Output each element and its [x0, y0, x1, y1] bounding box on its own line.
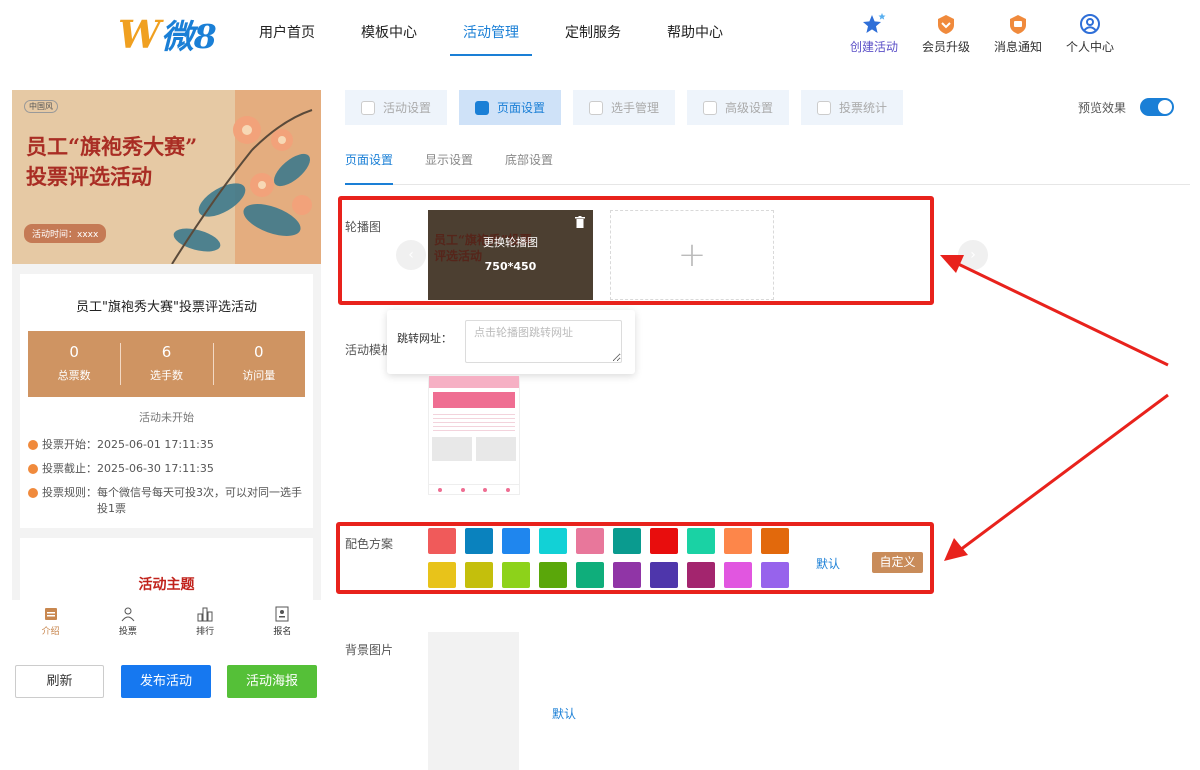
logo[interactable]: W 微8 — [118, 11, 217, 57]
preview-tabbar: 介绍 投票 排行 报名 — [12, 600, 321, 644]
jump-url-label: 跳转网址： — [397, 332, 452, 345]
preview-effect-label: 预览效果 — [1078, 100, 1127, 115]
nav-custom-service[interactable]: 定制服务 — [552, 0, 634, 68]
event-info-list: 投票开始： 2025-06-01 17:11:35 投票截止： 2025-06-30… — [28, 437, 305, 517]
logo-mark: W — [118, 11, 161, 57]
page-subtabs: 页面设置 显示设置 底部设置 — [345, 146, 1190, 185]
message-notify-button[interactable]: 消息通知 — [982, 12, 1054, 55]
main-nav: 用户首页 模板中心 活动管理 定制服务 帮助中心 — [246, 0, 756, 68]
advanced-icon — [702, 100, 717, 115]
banner-logos: 中国风 — [24, 100, 58, 113]
template-label: 活动模板 — [345, 343, 387, 357]
nav-help-center[interactable]: 帮助中心 — [654, 0, 736, 68]
personal-center-label: 个人中心 — [1065, 40, 1114, 54]
message-notify-label: 消息通知 — [993, 40, 1042, 54]
vip-badge-icon — [910, 12, 982, 36]
stat-contestants: 6 选手数 — [120, 331, 212, 397]
preview-actions: 刷新 发布活动 活动海报 — [15, 665, 317, 698]
ranking-icon — [167, 604, 244, 624]
create-activity-button[interactable]: 创建活动 — [838, 12, 910, 55]
background-image-box[interactable] — [428, 632, 519, 770]
banner-title: 员工“旗袍秀大赛” 投票评选活动 — [26, 134, 198, 189]
clock-icon — [28, 440, 38, 450]
refresh-button[interactable]: 刷新 — [15, 665, 104, 698]
activity-poster-button[interactable]: 活动海报 — [227, 665, 317, 698]
intro-icon — [12, 604, 89, 624]
tab-vote[interactable]: 投票 — [89, 600, 166, 644]
info-vote-start: 投票开始： 2025-06-01 17:11:35 — [28, 437, 305, 453]
subtab-page-settings[interactable]: 页面设置 — [345, 146, 394, 185]
nav-user-home[interactable]: 用户首页 — [246, 0, 328, 68]
vip-upgrade-button[interactable]: 会员升级 — [910, 12, 982, 55]
jump-url-input[interactable] — [465, 320, 622, 363]
stats-icon — [816, 100, 831, 115]
personal-center-button[interactable]: 个人中心 — [1054, 12, 1126, 55]
signup-icon — [244, 604, 321, 624]
subtab-footer-settings[interactable]: 底部设置 — [505, 146, 553, 184]
annotation-arrows — [940, 255, 1169, 561]
stats-bar: 0 总票数 6 选手数 0 访问量 — [28, 331, 305, 397]
subtab-display-settings[interactable]: 显示设置 — [425, 146, 473, 184]
info-vote-end: 投票截止： 2025-06-30 17:11:35 — [28, 461, 305, 477]
topic-title: 活动主题 — [138, 577, 195, 593]
template-thumbnail[interactable] — [428, 375, 520, 495]
vip-upgrade-label: 会员升级 — [921, 40, 970, 54]
tab-contestant-management[interactable]: 选手管理 — [573, 90, 675, 125]
info-icon — [28, 488, 38, 498]
grid-icon — [474, 100, 489, 115]
user-icon — [588, 100, 603, 115]
clock-icon — [28, 464, 38, 474]
nav-activity-management[interactable]: 活动管理 — [450, 0, 532, 68]
publish-activity-button[interactable]: 发布活动 — [121, 665, 211, 698]
stars-icon — [838, 12, 910, 36]
carousel-highlight-box — [338, 196, 934, 305]
color-highlight-box — [336, 522, 934, 594]
nav-template-center[interactable]: 模板中心 — [348, 0, 430, 68]
preview-banner: 中国风 员工“旗袍秀大赛” 投票评选活动 活动时间：xxxx — [12, 90, 321, 264]
logo-text: 微8 — [160, 17, 217, 56]
user-icon — [1054, 12, 1126, 36]
mobile-preview[interactable]: 中国风 员工“旗袍秀大赛” 投票评选活动 活动时间：xxxx 员工"旗袍秀大赛"… — [12, 90, 321, 600]
background-default-link[interactable]: 默认 — [552, 705, 576, 722]
event-title: 员工"旗袍秀大赛"投票评选活动 — [76, 300, 257, 315]
jump-url-popover: 跳转网址： — [387, 310, 635, 374]
create-activity-label: 创建活动 — [849, 40, 898, 54]
tab-activity-settings[interactable]: 活动设置 — [345, 90, 447, 125]
tab-signup[interactable]: 报名 — [244, 600, 321, 644]
topic-card: 活动主题 — [20, 538, 313, 600]
background-image-label: 背景图片 — [345, 643, 394, 657]
banner-time: 活动时间：xxxx — [24, 224, 107, 243]
settings-icon — [360, 100, 375, 115]
preview-effect-toggle[interactable] — [1140, 98, 1175, 116]
tab-advanced-settings[interactable]: 高级设置 — [687, 90, 789, 125]
event-status: 活动未开始 — [139, 411, 194, 424]
top-header: W 微8 用户首页 模板中心 活动管理 定制服务 帮助中心 创建活动 会员升级 … — [0, 0, 1200, 68]
preview-effect: 预览效果 — [1078, 98, 1175, 116]
stat-visits: 0 访问量 — [212, 331, 305, 397]
vote-icon — [89, 604, 166, 624]
tab-ranking[interactable]: 排行 — [167, 600, 244, 644]
tab-vote-statistics[interactable]: 投票统计 — [801, 90, 903, 125]
info-vote-rules: 投票规则： 每个微信号每天可投3次，可以对同一选手投1票 — [28, 485, 305, 517]
event-info-card: 员工"旗袍秀大赛"投票评选活动 0 总票数 6 选手数 0 访问量 活动未开始 … — [20, 274, 313, 528]
stat-total-votes: 0 总票数 — [57, 343, 91, 382]
tab-intro[interactable]: 介绍 — [12, 600, 89, 644]
message-badge-icon — [982, 12, 1054, 36]
tab-page-settings[interactable]: 页面设置 — [459, 90, 561, 125]
header-actions: 创建活动 会员升级 消息通知 个人中心 — [838, 12, 1126, 55]
settings-tabs: 活动设置 页面设置 选手管理 高级设置 投票统计 — [345, 90, 915, 125]
